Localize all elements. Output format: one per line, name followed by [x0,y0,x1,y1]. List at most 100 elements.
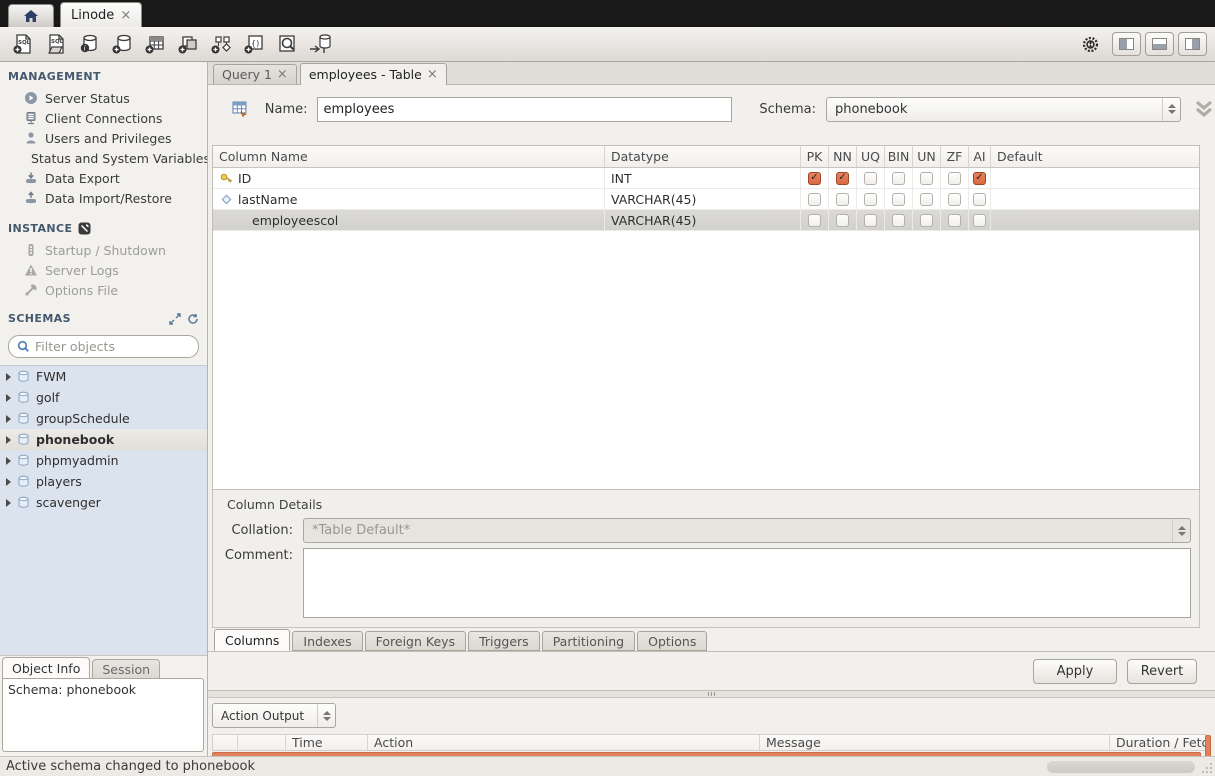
expander-icon[interactable] [6,478,11,486]
tab-query-1[interactable]: Query 1 × [213,64,297,84]
column-row-employeescol[interactable]: employeescol VARCHAR(45) [213,210,1199,231]
checkbox-zf[interactable] [948,172,961,185]
sidebar-item-client-connections[interactable]: Client Connections [0,108,207,128]
comment-textarea[interactable] [303,548,1191,618]
tab-partitioning[interactable]: Partitioning [542,631,635,651]
checkbox-nn[interactable] [836,193,849,206]
sidebar-item-startup-shutdown[interactable]: Startup / Shutdown [0,240,207,260]
column-row-id[interactable]: ID INT [213,168,1199,189]
schema-item-groupschedule[interactable]: groupSchedule [0,408,207,429]
schema-select[interactable]: phonebook [826,97,1181,122]
checkbox-un[interactable] [920,193,933,206]
schema-item-fwm[interactable]: FWM [0,366,207,387]
checkbox-uq[interactable] [864,214,877,227]
vertical-scrollbar[interactable] [1205,735,1211,757]
create-routine-icon[interactable] [206,31,236,57]
table-name-input[interactable] [317,97,733,122]
close-icon[interactable]: × [120,9,131,22]
expander-icon[interactable] [6,394,11,402]
checkbox-nn[interactable] [836,172,849,185]
stepper-icon[interactable] [1172,519,1190,542]
checkbox-pk[interactable] [808,214,821,227]
apply-button[interactable]: Apply [1033,659,1117,684]
checkbox-ai[interactable] [973,214,986,227]
stepper-icon[interactable] [1162,98,1180,121]
schema-item-scavenger[interactable]: scavenger [0,492,207,513]
sidebar-item-server-status[interactable]: Server Status [0,88,207,108]
checkbox-nn[interactable] [836,214,849,227]
tab-employees-table[interactable]: employees - Table × [300,63,447,85]
resize-grip-icon[interactable] [1200,761,1213,774]
expander-icon[interactable] [6,457,11,465]
sidebar-item-system-variables[interactable]: Status and System Variables [0,148,207,168]
checkbox-bin[interactable] [892,193,905,206]
schema-item-phonebook[interactable]: phonebook [0,429,207,450]
expander-icon[interactable] [6,373,11,381]
toggle-bottom-panel-button[interactable] [1145,32,1174,56]
output-view-select[interactable]: Action Output [212,703,336,728]
output-col-message[interactable]: Message [760,735,1110,750]
output-col-time[interactable]: Time [286,735,368,750]
checkbox-ai[interactable] [973,193,986,206]
sidebar-item-data-export[interactable]: Data Export [0,168,207,188]
expand-header-chevron-icon[interactable] [1193,99,1215,119]
header-ai[interactable]: AI [969,146,991,167]
sidebar-item-users-privileges[interactable]: Users and Privileges [0,128,207,148]
expander-icon[interactable] [6,499,11,507]
output-col-action[interactable]: Action [368,735,760,750]
checkbox-pk[interactable] [808,193,821,206]
tab-object-info[interactable]: Object Info [2,657,90,678]
preferences-gear-icon[interactable] [1075,31,1105,57]
checkbox-uq[interactable] [864,172,877,185]
checkbox-bin[interactable] [892,172,905,185]
connection-tab-linode[interactable]: Linode × [60,2,142,27]
sidebar-item-data-import[interactable]: Data Import/Restore [0,188,207,208]
expander-icon[interactable] [6,415,11,423]
header-un[interactable]: UN [913,146,941,167]
checkbox-pk[interactable] [808,172,821,185]
statusbar-scrollbar-thumb[interactable] [1047,761,1195,773]
collation-select[interactable]: *Table Default* [303,518,1191,543]
column-row-lastname[interactable]: lastName VARCHAR(45) [213,189,1199,210]
tab-triggers[interactable]: Triggers [468,631,540,651]
tab-indexes[interactable]: Indexes [292,631,362,651]
header-uq[interactable]: UQ [857,146,885,167]
schema-filter-input[interactable] [35,339,190,354]
schema-item-golf[interactable]: golf [0,387,207,408]
revert-button[interactable]: Revert [1127,659,1197,684]
expand-schemas-icon[interactable] [169,313,181,325]
checkbox-ai[interactable] [973,172,986,185]
header-default[interactable]: Default [991,146,1199,167]
toggle-right-panel-button[interactable] [1178,32,1207,56]
tab-foreign-keys[interactable]: Foreign Keys [365,631,466,651]
stepper-icon[interactable] [317,704,335,727]
schema-item-phpmyadmin[interactable]: phpmyadmin [0,450,207,471]
header-nn[interactable]: NN [829,146,857,167]
header-pk[interactable]: PK [801,146,829,167]
checkbox-zf[interactable] [948,214,961,227]
tab-columns[interactable]: Columns [214,629,290,651]
checkbox-uq[interactable] [864,193,877,206]
toggle-left-panel-button[interactable] [1112,32,1141,56]
header-datatype[interactable]: Datatype [605,146,801,167]
header-bin[interactable]: BIN [885,146,913,167]
header-column-name[interactable]: Column Name [213,146,605,167]
schema-item-players[interactable]: players [0,471,207,492]
create-function-icon[interactable]: {) [239,31,269,57]
sidebar-item-options-file[interactable]: Options File [0,280,207,300]
new-sql-tab-icon[interactable]: SQL [8,31,38,57]
tab-session[interactable]: Session [92,659,160,678]
reconnect-dbms-icon[interactable] [305,31,335,57]
tab-options[interactable]: Options [637,631,707,651]
checkbox-bin[interactable] [892,214,905,227]
search-table-data-icon[interactable] [272,31,302,57]
checkbox-zf[interactable] [948,193,961,206]
output-col-duration[interactable]: Duration / Fetch [1110,735,1206,750]
schema-inspector-icon[interactable]: i [74,31,104,57]
home-tab[interactable] [8,4,54,27]
checkbox-un[interactable] [920,214,933,227]
create-view-icon[interactable] [173,31,203,57]
sidebar-item-server-logs[interactable]: Server Logs [0,260,207,280]
header-zf[interactable]: ZF [941,146,969,167]
close-icon[interactable]: × [427,68,438,81]
